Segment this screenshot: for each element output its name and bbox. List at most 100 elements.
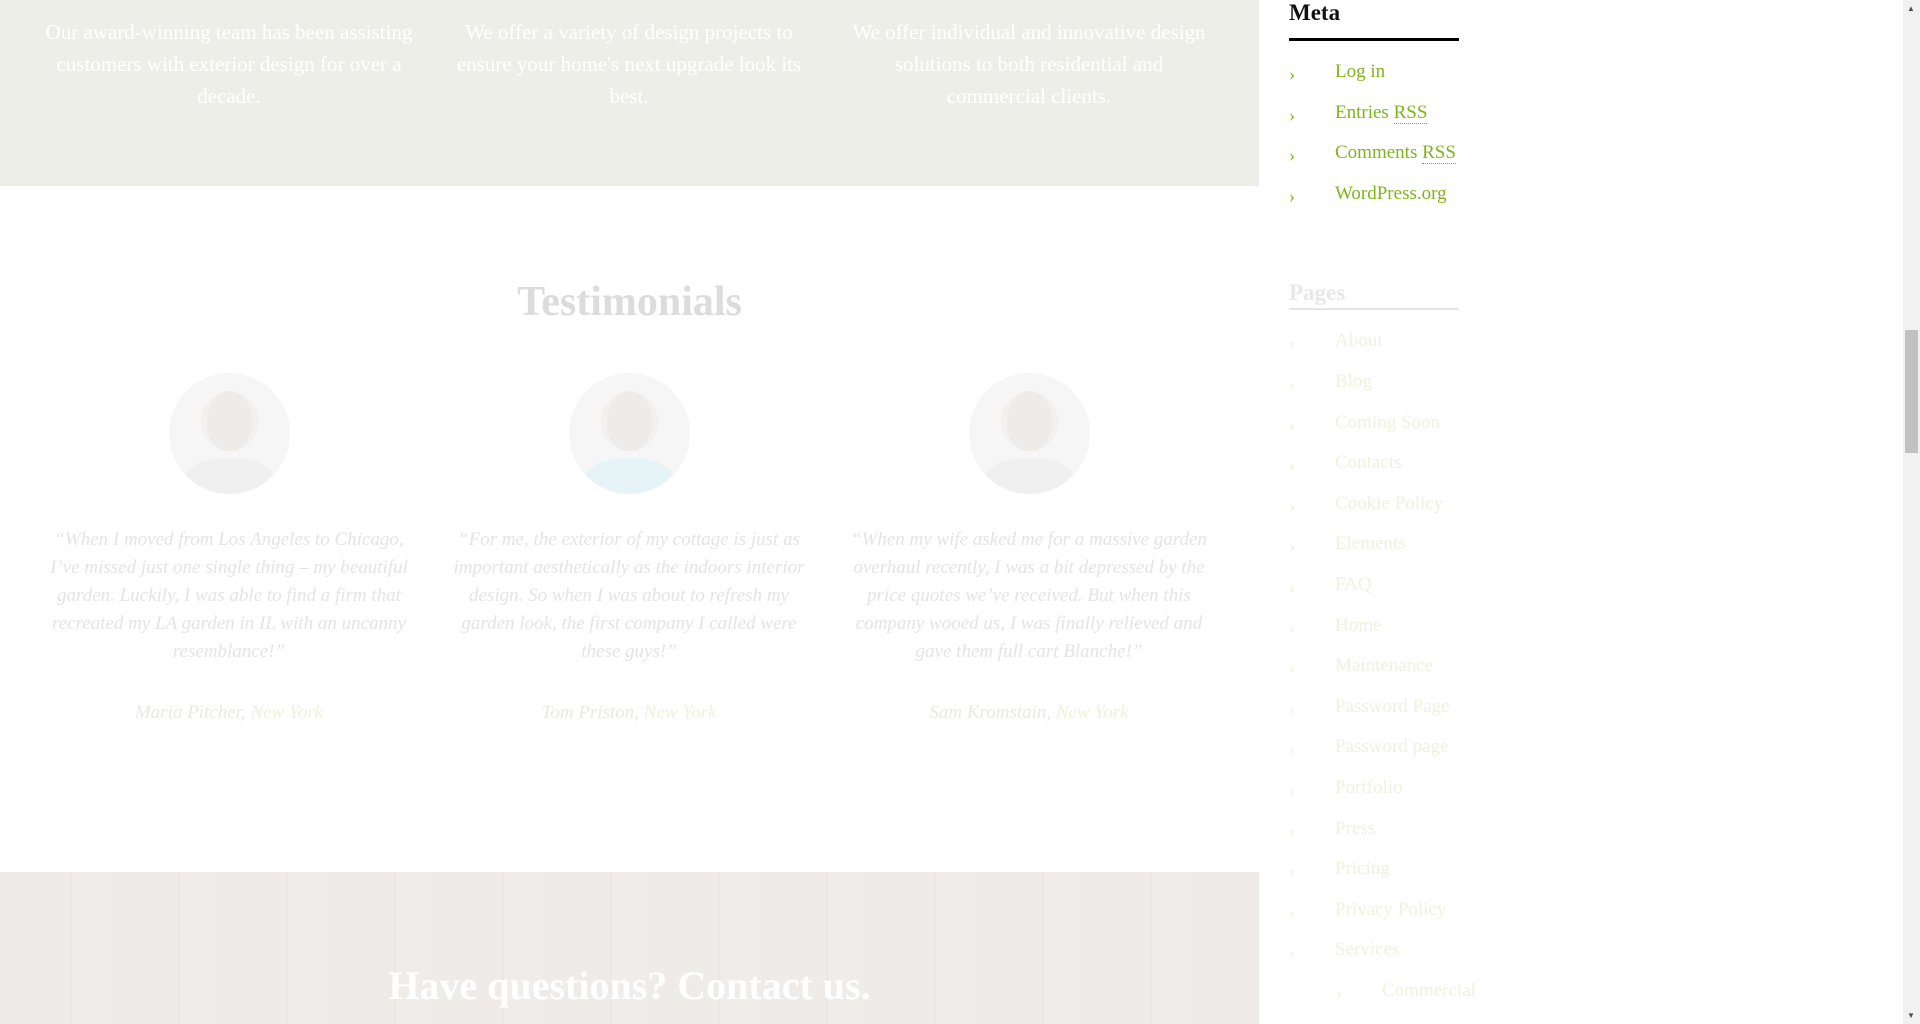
page-item[interactable]: › Cookie Policy	[1289, 492, 1459, 533]
chevron-right-icon: ›	[1289, 617, 1295, 638]
author-name: Tom Priston,	[541, 702, 640, 723]
avatar	[168, 373, 290, 494]
scroll-up-arrow-icon[interactable]: ▲	[1907, 4, 1915, 13]
meta-link[interactable]: WordPress.org	[1335, 183, 1447, 204]
page-item[interactable]: › Contacts	[1289, 451, 1459, 492]
testimonial-author: Tom Priston, New York	[439, 702, 819, 724]
page-item[interactable]: › Privacy Policy	[1289, 898, 1459, 939]
meta-widget-title: Meta	[1289, 0, 1459, 41]
meta-link[interactable]: Log in	[1335, 61, 1385, 82]
page-link[interactable]: Home	[1335, 615, 1381, 636]
pages-widget-title: Pages	[1289, 280, 1459, 311]
chevron-right-icon: ›	[1289, 739, 1295, 760]
chevron-right-icon: ›	[1289, 820, 1295, 841]
page-link[interactable]: Password page	[1335, 736, 1448, 757]
avatar	[968, 373, 1090, 494]
chevron-right-icon: ›	[1336, 982, 1342, 1003]
meta-item-log-in[interactable]: › Log in	[1289, 60, 1459, 101]
page-link[interactable]: Elements	[1335, 533, 1406, 554]
chevron-right-icon: ›	[1289, 64, 1295, 84]
sidebar: Meta › Log in › Entries RSS › Comments RSS …	[1289, 0, 1476, 1020]
contact-heading: Have questions? Contact us.	[388, 963, 871, 1008]
page-item[interactable]: › Coming Soon	[1289, 411, 1459, 452]
page-item[interactable]: › Pricing	[1289, 857, 1459, 898]
meta-item-comments-rss[interactable]: › Comments RSS	[1289, 141, 1459, 182]
page-link[interactable]: Portfolio	[1335, 777, 1403, 798]
page-item[interactable]: › Press	[1289, 817, 1459, 858]
meta-list: › Log in › Entries RSS › Comments RSS › Word…	[1289, 60, 1459, 222]
chevron-right-icon: ›	[1289, 942, 1295, 963]
meta-link[interactable]: Comments RSS	[1335, 142, 1456, 165]
testimonial: “For me, the exterior of my cottage is j…	[439, 373, 819, 724]
chevron-right-icon: ›	[1289, 495, 1295, 516]
author-name: Maria Pitcher,	[134, 702, 246, 723]
avatar	[568, 373, 690, 494]
scrollbar-thumb[interactable]	[1905, 330, 1918, 453]
page-link[interactable]: Commercial	[1382, 980, 1476, 1001]
page-link[interactable]: Contacts	[1335, 452, 1402, 473]
page-link[interactable]: Pricing	[1335, 858, 1390, 879]
pages-list: › About › Blog › Coming Soon › Contacts › Cookie …	[1289, 329, 1476, 1020]
page-link[interactable]: Password Page	[1335, 696, 1450, 717]
chevron-right-icon: ›	[1289, 576, 1295, 597]
testimonial: “When I moved from Los Angeles to Chicag…	[39, 373, 419, 724]
chevron-right-icon: ›	[1289, 658, 1295, 679]
chevron-right-icon: ›	[1289, 698, 1295, 719]
meta-link[interactable]: Entries RSS	[1335, 101, 1428, 124]
chevron-right-icon: ›	[1289, 104, 1295, 125]
testimonial-quote: “For me, the exterior of my cottage is j…	[453, 529, 805, 662]
page-item[interactable]: › Password page	[1289, 735, 1459, 776]
page-item[interactable]: › Portfolio	[1289, 776, 1459, 817]
testimonial: “When my wife asked me for a massive gar…	[839, 373, 1219, 724]
chevron-right-icon: ›	[1289, 861, 1295, 882]
link-text: Entries	[1335, 101, 1394, 123]
chevron-right-icon: ›	[1289, 414, 1295, 435]
chevron-right-icon: ›	[1289, 779, 1295, 800]
chevron-right-icon: ›	[1289, 901, 1295, 922]
testimonial-quote: “When I moved from Los Angeles to Chicag…	[50, 529, 408, 662]
testimonial-quote: “When my wife asked me for a massive gar…	[850, 529, 1207, 662]
author-name: Sam Kromstain,	[929, 702, 1052, 723]
scrollbar[interactable]: ▲ ▼	[1903, 0, 1920, 1024]
feature-text: Our award-winning team has been assistin…	[45, 20, 413, 108]
feature-text: We offer a variety of design projects to…	[456, 20, 802, 108]
feature-text: We offer individual and innovative desig…	[852, 20, 1206, 108]
page-link[interactable]: Cookie Policy	[1335, 493, 1443, 514]
page-item[interactable]: › About	[1289, 329, 1459, 370]
meta-item-wordpress-org[interactable]: › WordPress.org	[1289, 182, 1459, 223]
page-item[interactable]: › Services	[1289, 938, 1459, 979]
page-link[interactable]: Blog	[1335, 371, 1372, 392]
author-city-link[interactable]: New York	[644, 702, 717, 723]
features-band: Our award-winning team has been assistin…	[0, 0, 1259, 186]
meta-item-entries-rss[interactable]: › Entries RSS	[1289, 101, 1459, 142]
link-text: Comments	[1335, 142, 1423, 164]
chevron-right-icon: ›	[1289, 185, 1295, 206]
page-link[interactable]: Privacy Policy	[1335, 899, 1446, 920]
page-item[interactable]: › Maintenance	[1289, 654, 1459, 695]
rss-abbr: RSS	[1422, 142, 1456, 165]
page-link[interactable]: Coming Soon	[1335, 412, 1440, 433]
page-item[interactable]: › FAQ	[1289, 573, 1459, 614]
testimonials-title: Testimonials	[517, 279, 742, 325]
chevron-right-icon: ›	[1289, 536, 1295, 557]
chevron-right-icon: ›	[1289, 145, 1295, 166]
page-link[interactable]: Maintenance	[1335, 655, 1433, 676]
rss-abbr: RSS	[1393, 101, 1428, 124]
chevron-right-icon: ›	[1289, 455, 1295, 476]
testimonial-author: Sam Kromstain, New York	[839, 702, 1219, 724]
page-item[interactable]: › Elements	[1289, 532, 1459, 573]
page-link[interactable]: Services	[1335, 939, 1399, 960]
chevron-right-icon: ›	[1289, 373, 1295, 394]
author-city-link[interactable]: New York	[1056, 702, 1129, 723]
chevron-right-icon: ›	[1289, 333, 1295, 354]
testimonial-author: Maria Pitcher, New York	[39, 702, 419, 724]
page-item[interactable]: › Commercial	[1289, 979, 1476, 1020]
page-item[interactable]: › Blog	[1289, 370, 1459, 411]
page-link[interactable]: FAQ	[1335, 574, 1372, 595]
page-item[interactable]: › Home	[1289, 614, 1459, 655]
author-city-link[interactable]: New York	[250, 702, 323, 723]
page-item[interactable]: › Password Page	[1289, 695, 1459, 736]
scroll-down-arrow-icon[interactable]: ▼	[1907, 1011, 1915, 1020]
page-link[interactable]: Press	[1335, 818, 1375, 839]
page-link[interactable]: About	[1335, 330, 1383, 351]
